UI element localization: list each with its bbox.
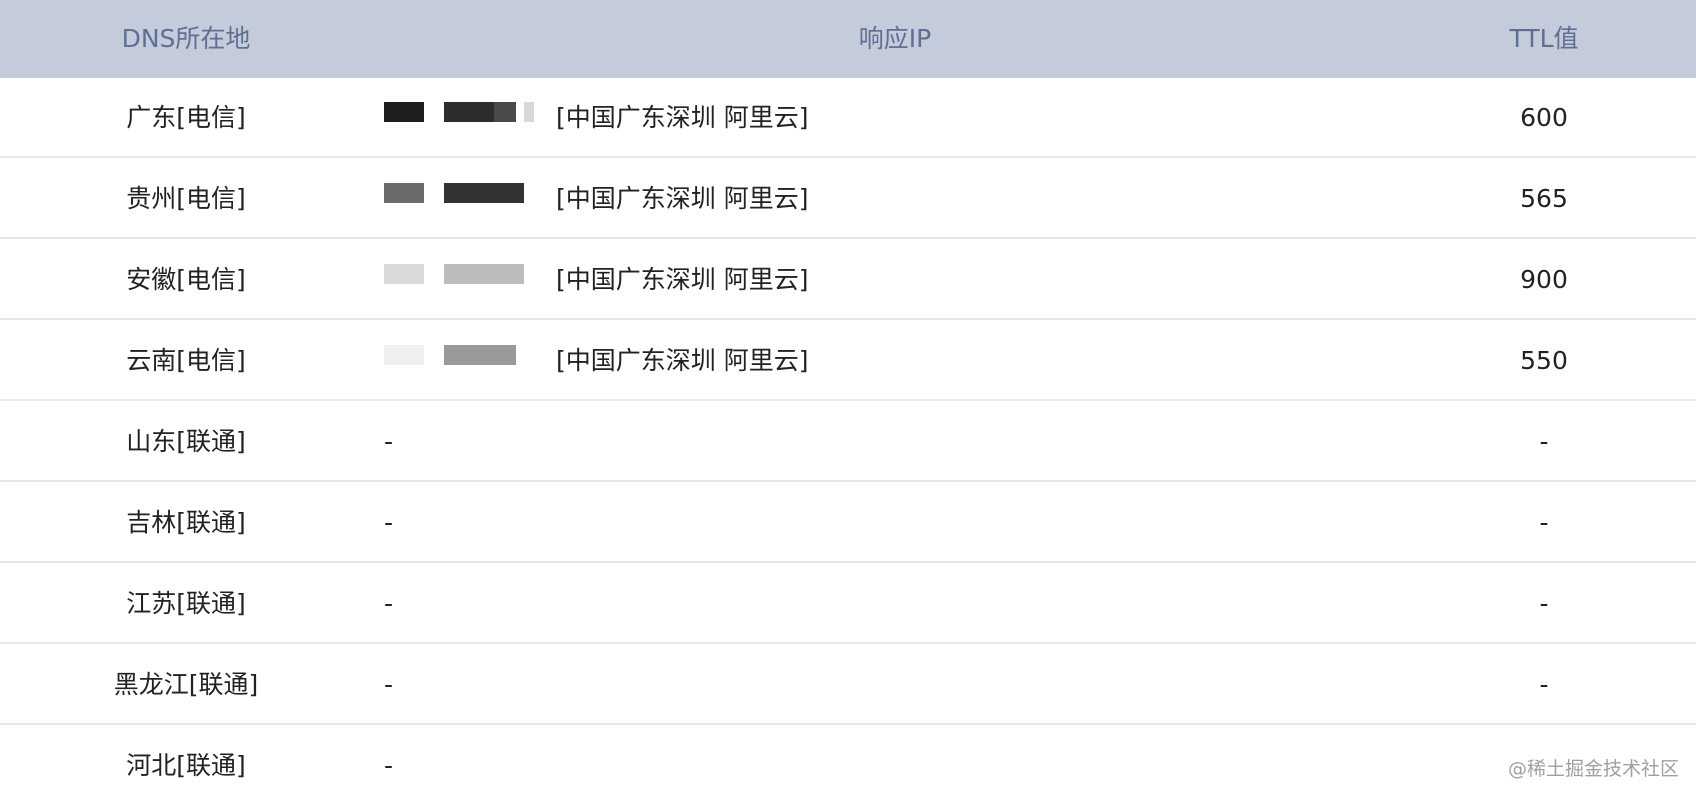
ttl-value-cell: - [1539, 427, 1549, 456]
response-ip-cell: - [384, 670, 394, 699]
response-ip-cell: - [384, 427, 394, 456]
ttl-value-cell: 550 [1520, 346, 1568, 375]
response-ip-cell: [中国广东深圳 阿里云] [384, 78, 1384, 158]
dns-location-cell: 黑龙江[联通] [113, 670, 259, 699]
table-row[interactable]: 安徽[电信] [中国广东深圳 阿里云] 900 [0, 240, 1696, 320]
table-row[interactable]: 贵州[电信] [中国广东深圳 阿里云] 565 [0, 159, 1696, 239]
response-ip-cell: - [384, 589, 394, 618]
dns-result-table: DNS所在地 响应IP TTL值 广东[电信] [中国广东深圳 阿里云] 600… [0, 0, 1696, 800]
site-watermark: @稀土掘金技术社区 [1508, 758, 1680, 780]
masked-ip-address [384, 321, 544, 401]
response-ip-cell: - [384, 508, 394, 537]
dns-location-cell: 吉林[联通] [126, 508, 246, 537]
ip-location-text: [中国广东深圳 阿里云] [556, 103, 809, 132]
dns-location-cell: 山东[联通] [126, 427, 246, 456]
response-ip-cell: [中国广东深圳 阿里云] [384, 321, 1384, 401]
dns-location-cell: 江苏[联通] [126, 589, 246, 618]
ip-location-text: [中国广东深圳 阿里云] [556, 184, 809, 213]
masked-ip-address [384, 240, 544, 320]
response-ip-cell: [中国广东深圳 阿里云] [384, 159, 1384, 239]
table-row[interactable]: 云南[电信] [中国广东深圳 阿里云] 550 [0, 321, 1696, 401]
response-ip-cell: - [384, 751, 394, 780]
column-header-response-ip[interactable]: 响应IP [595, 0, 1195, 78]
table-row[interactable]: 广东[电信] [中国广东深圳 阿里云] 600 [0, 78, 1696, 158]
ttl-value-cell: - [1539, 508, 1549, 537]
table-row[interactable]: 黑龙江[联通] - - [0, 645, 1696, 725]
table-row[interactable]: 河北[联通] - [0, 726, 1696, 800]
column-header-ttl[interactable]: TTL值 [1444, 0, 1644, 78]
ip-location-text: [中国广东深圳 阿里云] [556, 265, 809, 294]
ttl-value-cell: - [1539, 589, 1549, 618]
ttl-value-cell: 900 [1520, 265, 1568, 294]
table-header: DNS所在地 响应IP TTL值 [0, 0, 1696, 78]
ttl-value-cell: - [1539, 670, 1549, 699]
dns-location-cell: 河北[联通] [126, 751, 246, 780]
dns-location-cell: 广东[电信] [126, 103, 246, 132]
table-row[interactable]: 吉林[联通] - - [0, 483, 1696, 563]
response-ip-cell: [中国广东深圳 阿里云] [384, 240, 1384, 320]
column-header-dns-location[interactable]: DNS所在地 [0, 0, 372, 78]
table-row[interactable]: 山东[联通] - - [0, 402, 1696, 482]
dns-location-cell: 云南[电信] [126, 346, 246, 375]
masked-ip-address [384, 78, 544, 158]
ip-location-text: [中国广东深圳 阿里云] [556, 346, 809, 375]
ttl-value-cell: 565 [1520, 184, 1568, 213]
masked-ip-address [384, 159, 544, 239]
table-row[interactable]: 江苏[联通] - - [0, 564, 1696, 644]
ttl-value-cell: 600 [1520, 103, 1568, 132]
dns-location-cell: 贵州[电信] [126, 184, 246, 213]
dns-location-cell: 安徽[电信] [126, 265, 246, 294]
